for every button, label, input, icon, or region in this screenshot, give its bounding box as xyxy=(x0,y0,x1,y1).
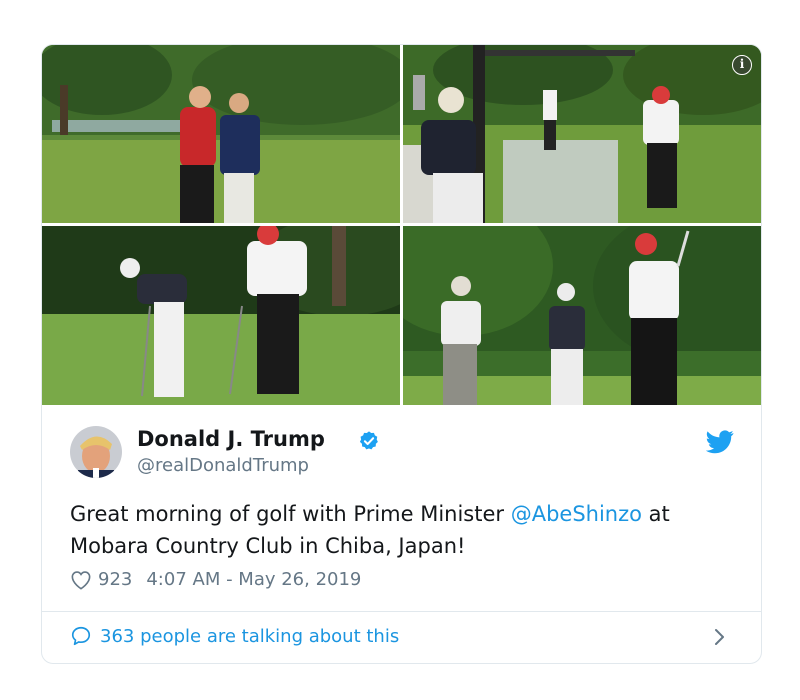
tweet-meta: 923 4:07 AM - May 26, 2019 xyxy=(70,569,361,590)
photo-2[interactable] xyxy=(403,45,761,223)
author-name[interactable]: Donald J. Trump xyxy=(137,427,325,451)
conversation-label[interactable]: 363 people are talking about this xyxy=(100,626,399,647)
tweet-text: Great morning of golf with Prime Ministe… xyxy=(70,498,730,562)
tweet-card[interactable]: i Donald J. Trump @realDonaldTrump Great… xyxy=(41,44,762,664)
avatar[interactable] xyxy=(70,426,122,478)
photo-3[interactable] xyxy=(42,226,400,405)
photo-4[interactable] xyxy=(403,226,761,405)
photo-1[interactable] xyxy=(42,45,400,223)
verified-badge-icon xyxy=(359,431,378,450)
twitter-bird-icon[interactable] xyxy=(706,430,734,454)
conversation-link[interactable]: 363 people are talking about this xyxy=(70,625,399,647)
info-icon[interactable]: i xyxy=(732,55,752,75)
chevron-right-icon[interactable] xyxy=(714,628,726,646)
mention-link[interactable]: @AbeShinzo xyxy=(511,502,642,526)
timestamp[interactable]: 4:07 AM - May 26, 2019 xyxy=(146,569,361,590)
tweet-text-part-1: Great morning of golf with Prime Ministe… xyxy=(70,502,511,526)
photo-grid: i xyxy=(42,45,761,405)
heart-icon[interactable] xyxy=(70,570,92,590)
author-handle[interactable]: @realDonaldTrump xyxy=(137,455,309,476)
speech-bubble-icon xyxy=(71,626,91,646)
divider xyxy=(42,611,761,612)
like-count[interactable]: 923 xyxy=(98,569,132,590)
